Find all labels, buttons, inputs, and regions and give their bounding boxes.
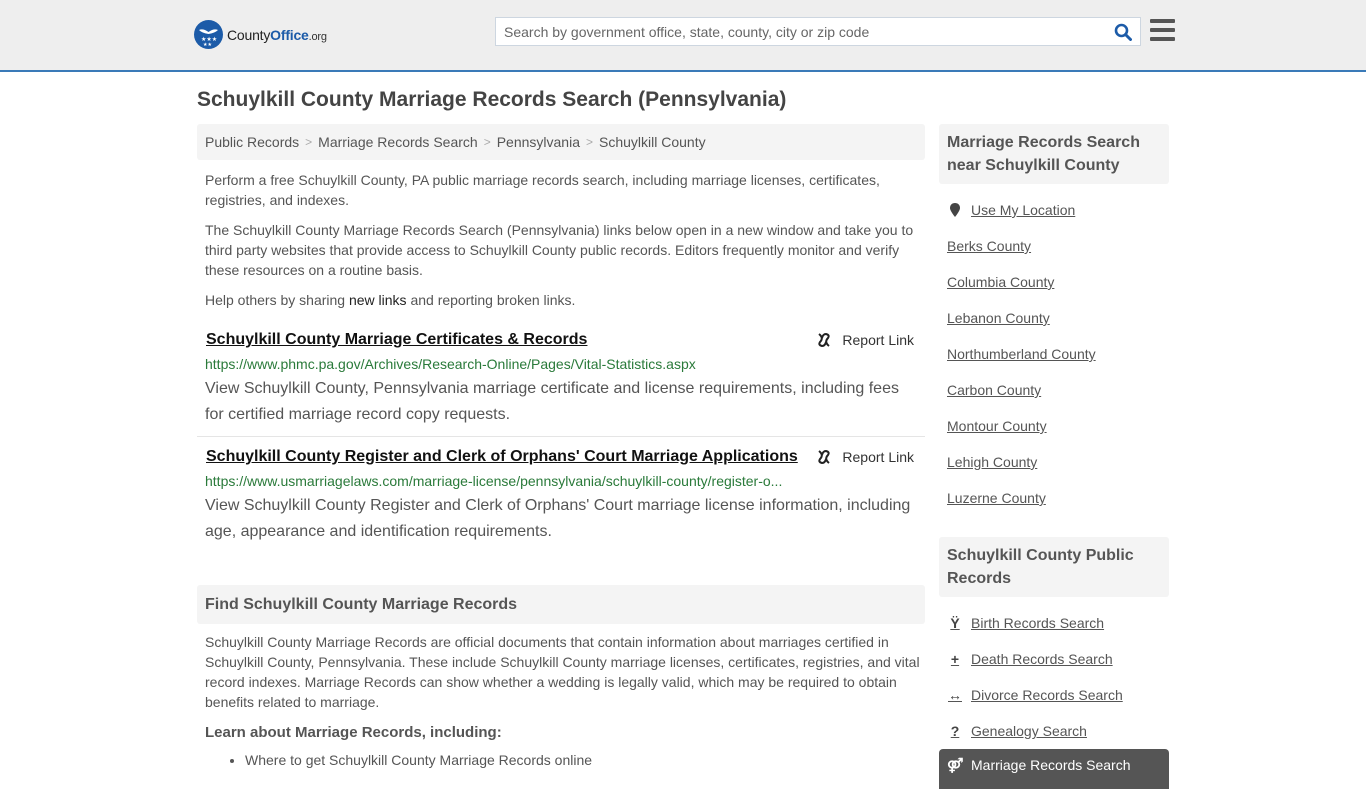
search-input[interactable] bbox=[496, 18, 1106, 45]
site-logo[interactable]: ★★★ ★★ CountyOffice.org bbox=[194, 20, 327, 49]
result-description: View Schuylkill County Register and Cler… bbox=[205, 497, 911, 540]
report-link-button[interactable]: Report Link bbox=[816, 332, 914, 348]
sidebar-item-marriage-records[interactable]: ⚤ Marriage Records Search bbox=[939, 749, 1169, 789]
broken-link-icon bbox=[818, 449, 831, 465]
result-url: https://www.usmarriagelaws.com/marriage-… bbox=[205, 473, 783, 489]
intro-paragraph: Perform a free Schuylkill County, PA pub… bbox=[205, 172, 880, 208]
arrows-horizontal-icon: ↔ bbox=[948, 687, 962, 703]
plus-icon: + bbox=[950, 651, 960, 667]
breadcrumb-marriage-records-search[interactable]: Marriage Records Search bbox=[318, 134, 478, 150]
learn-heading: Learn about Marriage Records, including: bbox=[205, 724, 502, 741]
use-my-location-link[interactable]: Use My Location bbox=[947, 202, 1075, 218]
map-marker-icon bbox=[947, 203, 963, 217]
sidebar-item-death-records[interactable]: + Death Records Search bbox=[947, 651, 1113, 667]
genderless-rings-icon: ⚤ bbox=[947, 757, 964, 773]
find-records-body: Schuylkill County Marriage Records are o… bbox=[205, 634, 920, 710]
nearby-county-link[interactable]: Carbon County bbox=[947, 382, 1041, 398]
public-records-heading: Schuylkill County Public Records bbox=[939, 537, 1169, 597]
learn-list-item: Where to get Schuylkill County Marriage … bbox=[245, 752, 592, 768]
breadcrumb: Public Records > Marriage Records Search… bbox=[197, 124, 925, 160]
svg-text:★★: ★★ bbox=[203, 42, 212, 48]
child-icon: Ÿ bbox=[950, 615, 960, 631]
nearby-county-link[interactable]: Northumberland County bbox=[947, 346, 1096, 362]
search-icon bbox=[1114, 23, 1132, 41]
report-link-button[interactable]: Report Link bbox=[816, 449, 914, 465]
result-url: https://www.phmc.pa.gov/Archives/Researc… bbox=[205, 356, 696, 372]
logo-text: CountyOffice.org bbox=[227, 26, 327, 43]
breadcrumb-schuylkill-county[interactable]: Schuylkill County bbox=[599, 134, 706, 150]
intro-text: Perform a free Schuylkill County, PA pub… bbox=[205, 170, 920, 320]
new-links-link[interactable]: new links bbox=[349, 292, 407, 308]
hamburger-menu-icon[interactable] bbox=[1150, 19, 1175, 41]
breadcrumb-separator-icon: > bbox=[483, 135, 491, 149]
eagle-logo-icon: ★★★ ★★ bbox=[194, 20, 223, 49]
page-title: Schuylkill County Marriage Records Searc… bbox=[197, 88, 787, 111]
breadcrumb-public-records[interactable]: Public Records bbox=[205, 134, 299, 150]
nearby-heading: Marriage Records Search near Schuylkill … bbox=[939, 124, 1169, 184]
sidebar-item-genealogy[interactable]: ? Genealogy Search bbox=[947, 723, 1087, 739]
result-divider bbox=[197, 436, 925, 437]
sidebar-item-birth-records[interactable]: Ÿ Birth Records Search bbox=[947, 615, 1104, 631]
breadcrumb-separator-icon: > bbox=[305, 135, 313, 149]
search-bar bbox=[495, 17, 1141, 46]
nearby-county-link[interactable]: Montour County bbox=[947, 418, 1047, 434]
nearby-county-link[interactable]: Lehigh County bbox=[947, 454, 1037, 470]
sidebar-item-divorce-records[interactable]: ↔ Divorce Records Search bbox=[947, 687, 1123, 703]
site-header: ★★★ ★★ CountyOffice.org bbox=[0, 0, 1366, 72]
intro-paragraph: The Schuylkill County Marriage Records S… bbox=[205, 222, 914, 278]
breadcrumb-separator-icon: > bbox=[585, 135, 593, 149]
nearby-county-link[interactable]: Lebanon County bbox=[947, 310, 1050, 326]
broken-link-icon bbox=[818, 332, 831, 348]
nearby-county-link[interactable]: Luzerne County bbox=[947, 490, 1046, 506]
result-description: View Schuylkill County, Pennsylvania mar… bbox=[205, 380, 899, 423]
nearby-county-link[interactable]: Berks County bbox=[947, 238, 1031, 254]
breadcrumb-pennsylvania[interactable]: Pennsylvania bbox=[497, 134, 580, 150]
question-icon: ? bbox=[950, 723, 960, 739]
share-links-paragraph: Help others by sharing new links and rep… bbox=[205, 292, 576, 308]
learn-list: Where to get Schuylkill County Marriage … bbox=[245, 752, 592, 768]
nearby-county-link[interactable]: Columbia County bbox=[947, 274, 1054, 290]
result-title-link[interactable]: Schuylkill County Register and Clerk of … bbox=[206, 448, 798, 466]
search-button[interactable] bbox=[1106, 18, 1140, 45]
find-records-heading: Find Schuylkill County Marriage Records bbox=[197, 585, 925, 624]
result-title-link[interactable]: Schuylkill County Marriage Certificates … bbox=[206, 331, 587, 349]
